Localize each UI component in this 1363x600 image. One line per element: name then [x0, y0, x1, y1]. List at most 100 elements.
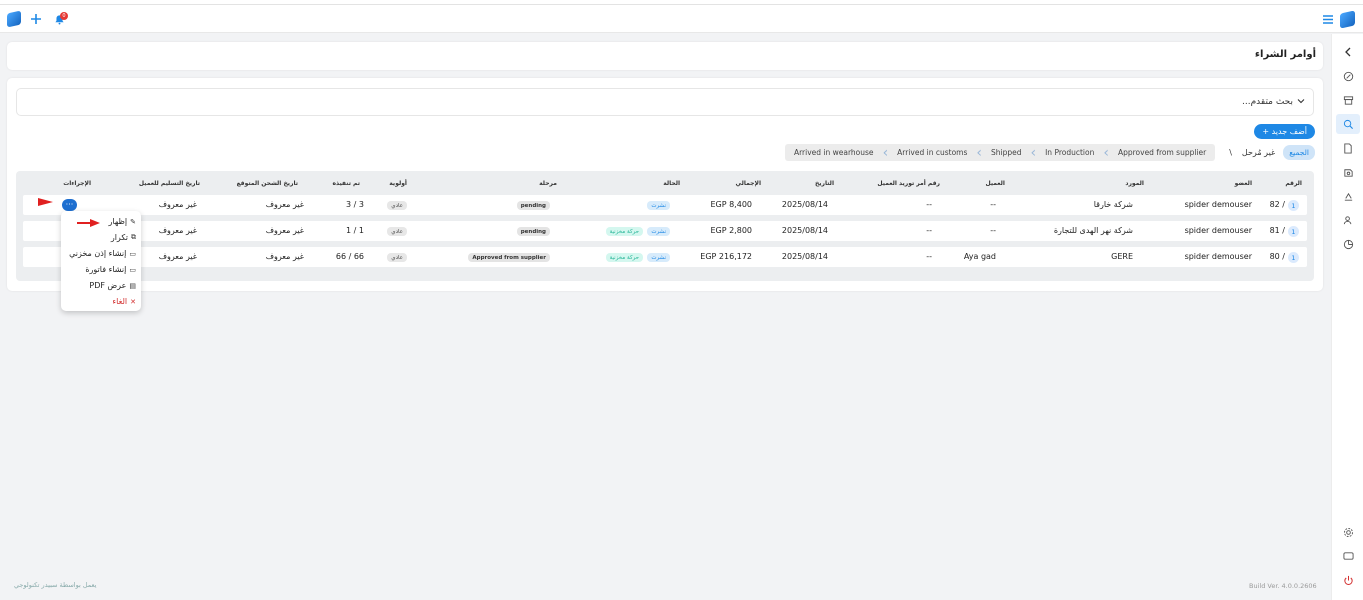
cell-delivery-date: غير معروف	[158, 226, 197, 235]
header-member[interactable]: العضو	[1235, 180, 1252, 187]
cell-supplier: شركة نهر الهدى للتجارة	[1053, 226, 1133, 235]
row-index-badge: 1	[1288, 252, 1299, 263]
table-row[interactable]: 1 80 / spider demouser GERE Aya gad -- 2…	[23, 247, 1307, 267]
cell-date: 2025/08/14	[781, 252, 828, 261]
sidebar-item-purchases[interactable]	[1336, 114, 1360, 134]
movement-badge: حركة مخزنية	[605, 227, 643, 236]
add-new-button[interactable]: + أضف جديد	[1254, 124, 1315, 139]
copy-icon: ⧉	[131, 233, 136, 241]
filter-separator: \	[1229, 148, 1232, 157]
header-number[interactable]: الرقم	[1285, 180, 1302, 187]
cell-number: 80 /	[1269, 252, 1285, 261]
header-supplier[interactable]: المورد	[1125, 180, 1144, 187]
cell-customer: --	[990, 200, 996, 209]
filter-stage-warehouse[interactable]: Arrived in wearhouse	[785, 144, 883, 161]
cell-delivery-date: غير معروف	[158, 200, 197, 209]
monitor-icon[interactable]	[1340, 548, 1356, 564]
menu-item-create-inventory[interactable]: ▭ إنشاء إذن مخزني	[69, 249, 136, 258]
filter-unstaged[interactable]: غير مُرحل	[1242, 148, 1275, 157]
row-actions-button[interactable]: ···	[62, 199, 77, 211]
plus-icon[interactable]	[28, 11, 44, 27]
logo-icon[interactable]	[6, 10, 22, 28]
analytics-icon[interactable]	[1340, 236, 1356, 252]
movement-badge: حركة مخزنية	[605, 253, 643, 262]
header-priority[interactable]: أولوية	[389, 180, 407, 187]
header-total[interactable]: الإجمالي	[736, 180, 761, 187]
status-badge: نشرت	[647, 201, 670, 210]
cell-member: spider demouser	[1184, 200, 1252, 209]
cell-customer-po: --	[926, 252, 932, 261]
filter-all[interactable]: الجميع	[1283, 145, 1315, 160]
cell-date: 2025/08/14	[781, 200, 828, 209]
collapse-chevron-icon[interactable]	[1340, 44, 1356, 60]
cell-expected-ship: غير معروف	[265, 252, 304, 261]
cell-date: 2025/08/14	[781, 226, 828, 235]
documents-icon[interactable]	[1340, 140, 1356, 156]
cell-expected-ship: غير معروف	[265, 226, 304, 235]
filter-stage-in-production[interactable]: In Production	[1036, 144, 1103, 161]
header-customer-po[interactable]: رقم أمر توريد العميل	[877, 180, 940, 187]
advanced-search-toggle[interactable]: بحث متقدم...	[16, 88, 1314, 116]
pdf-icon: ▤	[129, 281, 136, 290]
brand-logo-icon[interactable]	[1339, 9, 1355, 29]
orders-table: الرقم العضو المورد العميل رقم أمر توريد …	[16, 171, 1314, 281]
filter-stage-shipped[interactable]: Shipped	[982, 144, 1031, 161]
header-customer[interactable]: العميل	[985, 180, 1005, 187]
annotation-arrow	[38, 198, 53, 206]
cell-delivery-date: غير معروف	[158, 252, 197, 261]
settings-icon[interactable]	[1340, 524, 1356, 540]
page-title: أوامر الشراء	[1254, 49, 1316, 60]
advanced-search-label: بحث متقدم...	[1242, 97, 1293, 107]
menu-item-cancel[interactable]: ✕ الغاء	[112, 297, 136, 306]
header-stage[interactable]: مرحلة	[539, 180, 557, 187]
annotation-arrow	[77, 219, 100, 227]
header-fulfilled[interactable]: تم تنفيذه	[332, 180, 360, 187]
powered-by: يعمل بواسطة سبيدر تكنولوجي	[14, 581, 97, 589]
status-badge: نشرت	[647, 227, 670, 236]
cell-number: 82 /	[1269, 200, 1285, 209]
status-badge: نشرت	[647, 253, 670, 262]
cell-number: 81 /	[1269, 226, 1285, 235]
priority-badge: عادي	[387, 253, 407, 262]
invoice-icon: ▭	[129, 265, 136, 274]
inventory-icon: ▭	[129, 249, 136, 258]
store-icon[interactable]	[1340, 92, 1356, 108]
users-icon[interactable]	[1340, 212, 1356, 228]
reports-icon[interactable]	[1340, 188, 1356, 204]
table-row[interactable]: 1 82 / spider demouser شركة خارقا -- -- …	[23, 195, 1307, 215]
filter-stage-approved[interactable]: Approved from supplier	[1109, 144, 1215, 161]
pencil-icon: ✎	[130, 217, 136, 226]
title-card: أوامر الشراء	[7, 42, 1323, 70]
menu-icon[interactable]	[1320, 11, 1336, 27]
cell-customer-po: --	[926, 200, 932, 209]
filter-stage-customs[interactable]: Arrived in customs	[888, 144, 976, 161]
menu-item-show[interactable]: ✎ إظهار	[109, 217, 136, 226]
close-icon: ✕	[130, 297, 136, 306]
stage-filters: الجميع غير مُرحل \ Approved from supplie…	[777, 144, 1315, 161]
cell-expected-ship: غير معروف	[265, 200, 304, 209]
top-bar: 0	[0, 5, 1363, 33]
menu-item-duplicate[interactable]: ⧉ تكرار	[111, 233, 136, 242]
header-expected-ship[interactable]: تاريخ الشحن المتوقع	[237, 180, 298, 187]
cell-supplier: GERE	[1111, 252, 1133, 261]
cell-total: EGP 8,400	[710, 200, 752, 209]
header-date[interactable]: التاريخ	[815, 180, 834, 187]
menu-item-view-pdf[interactable]: ▤ عرض PDF	[89, 281, 136, 290]
cell-supplier: شركة خارقا	[1093, 200, 1133, 209]
main-card: بحث متقدم... + أضف جديد الجميع غير مُرحل…	[7, 78, 1323, 291]
table-row[interactable]: 1 81 / spider demouser شركة نهر الهدى لل…	[23, 221, 1307, 241]
cell-total: EGP 2,800	[710, 226, 752, 235]
cell-customer: Aya gad	[963, 252, 996, 261]
payments-icon[interactable]	[1340, 164, 1356, 180]
stage-badge: pending	[516, 201, 550, 210]
sidebar	[1331, 34, 1363, 600]
menu-item-create-invoice[interactable]: ▭ إنشاء فاتورة	[85, 265, 136, 274]
chevron-down-icon	[1297, 97, 1305, 106]
stage-badge: pending	[516, 227, 550, 236]
row-index-badge: 1	[1288, 200, 1299, 211]
dashboard-icon[interactable]	[1340, 68, 1356, 84]
header-status[interactable]: الحالة	[663, 180, 680, 187]
header-delivery-date[interactable]: تاريخ التسليم للعميل	[139, 180, 200, 187]
power-icon[interactable]	[1340, 572, 1356, 588]
cell-fulfilled: 3 / 3	[346, 200, 364, 209]
